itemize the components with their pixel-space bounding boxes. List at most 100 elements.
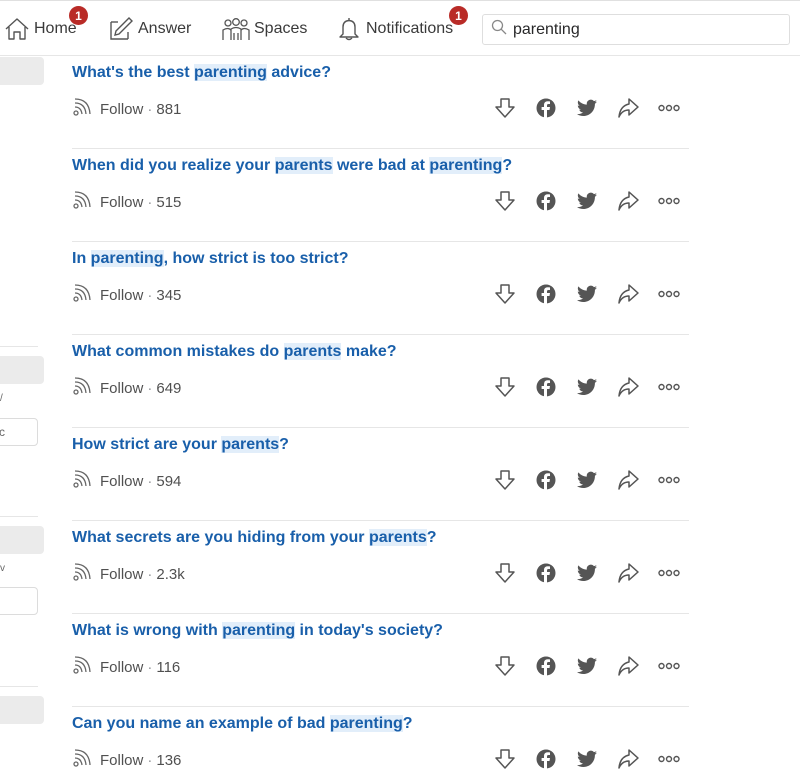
question-item: What's the best parenting advice? Follow… xyxy=(72,56,689,149)
more-icon[interactable] xyxy=(648,747,689,771)
question-meta: Follow · 881 xyxy=(72,98,181,120)
twitter-icon[interactable] xyxy=(566,654,607,678)
share-icon[interactable] xyxy=(607,747,648,771)
search-box[interactable] xyxy=(482,14,790,45)
downvote-icon[interactable] xyxy=(484,96,525,120)
question-title-link[interactable]: What common mistakes do parents make? xyxy=(72,343,397,361)
title-text: What's the best xyxy=(72,64,195,81)
nav-home[interactable]: Home 1 xyxy=(4,1,88,57)
twitter-icon[interactable] xyxy=(566,375,607,399)
question-title-link[interactable]: In parenting, how strict is too strict? xyxy=(72,250,348,268)
question-title-link[interactable]: How strict are your parents? xyxy=(72,436,289,454)
share-icon[interactable] xyxy=(607,375,648,399)
question-item: What secrets are you hiding from your pa… xyxy=(72,521,689,614)
follow-rss-icon[interactable] xyxy=(72,655,92,679)
nav-answer-label: Answer xyxy=(138,20,192,37)
more-icon[interactable] xyxy=(648,375,689,399)
twitter-icon[interactable] xyxy=(566,96,607,120)
meta-separator: · xyxy=(147,472,153,490)
twitter-icon[interactable] xyxy=(566,747,607,771)
more-icon[interactable] xyxy=(648,654,689,678)
follow-button[interactable]: Follow xyxy=(100,659,143,676)
share-icon[interactable] xyxy=(607,654,648,678)
title-text: What secrets are you hiding from your xyxy=(72,529,369,546)
nav-notifications[interactable]: Notifications 1 xyxy=(336,1,468,57)
facebook-icon[interactable] xyxy=(525,375,566,399)
more-icon[interactable] xyxy=(648,468,689,492)
sidebar-block[interactable] xyxy=(0,57,44,85)
downvote-icon[interactable] xyxy=(484,375,525,399)
question-meta: Follow · 515 xyxy=(72,191,181,213)
follow-rss-icon[interactable] xyxy=(72,97,92,121)
follow-button[interactable]: Follow xyxy=(100,101,143,118)
follow-rss-icon[interactable] xyxy=(72,283,92,307)
sidebar-input[interactable]: c xyxy=(0,418,38,446)
follow-button[interactable]: Follow xyxy=(100,380,143,397)
follow-rss-icon[interactable] xyxy=(72,190,92,214)
follower-count: 515 xyxy=(156,193,182,211)
follow-button[interactable]: Follow xyxy=(100,566,143,583)
follow-button[interactable]: Follow xyxy=(100,752,143,769)
follow-rss-icon[interactable] xyxy=(72,562,92,586)
more-icon[interactable] xyxy=(648,282,689,306)
follower-count: 649 xyxy=(156,379,182,397)
facebook-icon[interactable] xyxy=(525,654,566,678)
share-icon[interactable] xyxy=(607,189,648,213)
follow-button[interactable]: Follow xyxy=(100,473,143,490)
facebook-icon[interactable] xyxy=(525,561,566,585)
facebook-icon[interactable] xyxy=(525,282,566,306)
facebook-icon[interactable] xyxy=(525,747,566,771)
search-term-highlight: parents xyxy=(368,529,427,546)
share-icon[interactable] xyxy=(607,561,648,585)
title-text: Can you name an example of bad xyxy=(72,715,330,732)
question-meta: Follow · 345 xyxy=(72,284,181,306)
question-title-link[interactable]: What is wrong with parenting in today's … xyxy=(72,622,443,640)
sidebar-block[interactable] xyxy=(0,356,44,384)
question-title-link[interactable]: What secrets are you hiding from your pa… xyxy=(72,529,437,547)
nav-answer[interactable]: Answer xyxy=(108,1,191,57)
search-input[interactable] xyxy=(513,20,773,39)
sidebar-block[interactable] xyxy=(0,696,44,724)
title-text: ? xyxy=(502,157,513,174)
facebook-icon[interactable] xyxy=(525,468,566,492)
top-navigation-bar: Home 1 Answer Spaces Notifications 1 par… xyxy=(0,0,800,56)
sidebar-input[interactable] xyxy=(0,587,38,615)
twitter-icon[interactable] xyxy=(566,468,607,492)
follow-rss-icon[interactable] xyxy=(72,469,92,493)
share-icon[interactable] xyxy=(607,282,648,306)
downvote-icon[interactable] xyxy=(484,747,525,771)
follow-button[interactable]: Follow xyxy=(100,194,143,211)
downvote-icon[interactable] xyxy=(484,561,525,585)
more-icon[interactable] xyxy=(648,96,689,120)
share-icon[interactable] xyxy=(607,468,648,492)
question-title-link[interactable]: When did you realize your parents were b… xyxy=(72,157,512,175)
search-term-highlight: parenting xyxy=(90,250,164,267)
twitter-icon[interactable] xyxy=(566,282,607,306)
follow-rss-icon[interactable] xyxy=(72,376,92,400)
follower-count: 881 xyxy=(156,100,182,118)
follow-rss-icon[interactable] xyxy=(72,748,92,772)
more-icon[interactable] xyxy=(648,561,689,585)
downvote-icon[interactable] xyxy=(484,189,525,213)
question-item: What common mistakes do parents make? Fo… xyxy=(72,335,689,428)
follow-button[interactable]: Follow xyxy=(100,287,143,304)
more-icon[interactable] xyxy=(648,189,689,213)
downvote-icon[interactable] xyxy=(484,282,525,306)
question-meta: Follow · 594 xyxy=(72,470,181,492)
share-icon[interactable] xyxy=(607,96,648,120)
question-actions xyxy=(484,468,689,492)
downvote-icon[interactable] xyxy=(484,654,525,678)
nav-spaces[interactable]: Spaces xyxy=(222,1,307,57)
search-term-highlight: parenting xyxy=(429,157,503,174)
facebook-icon[interactable] xyxy=(525,96,566,120)
question-actions xyxy=(484,282,689,306)
bell-icon xyxy=(336,16,362,42)
twitter-icon[interactable] xyxy=(566,561,607,585)
twitter-icon[interactable] xyxy=(566,189,607,213)
sidebar-block[interactable] xyxy=(0,526,44,554)
question-title-link[interactable]: Can you name an example of bad parenting… xyxy=(72,715,413,733)
home-icon xyxy=(4,16,30,42)
question-title-link[interactable]: What's the best parenting advice? xyxy=(72,64,331,82)
facebook-icon[interactable] xyxy=(525,189,566,213)
downvote-icon[interactable] xyxy=(484,468,525,492)
